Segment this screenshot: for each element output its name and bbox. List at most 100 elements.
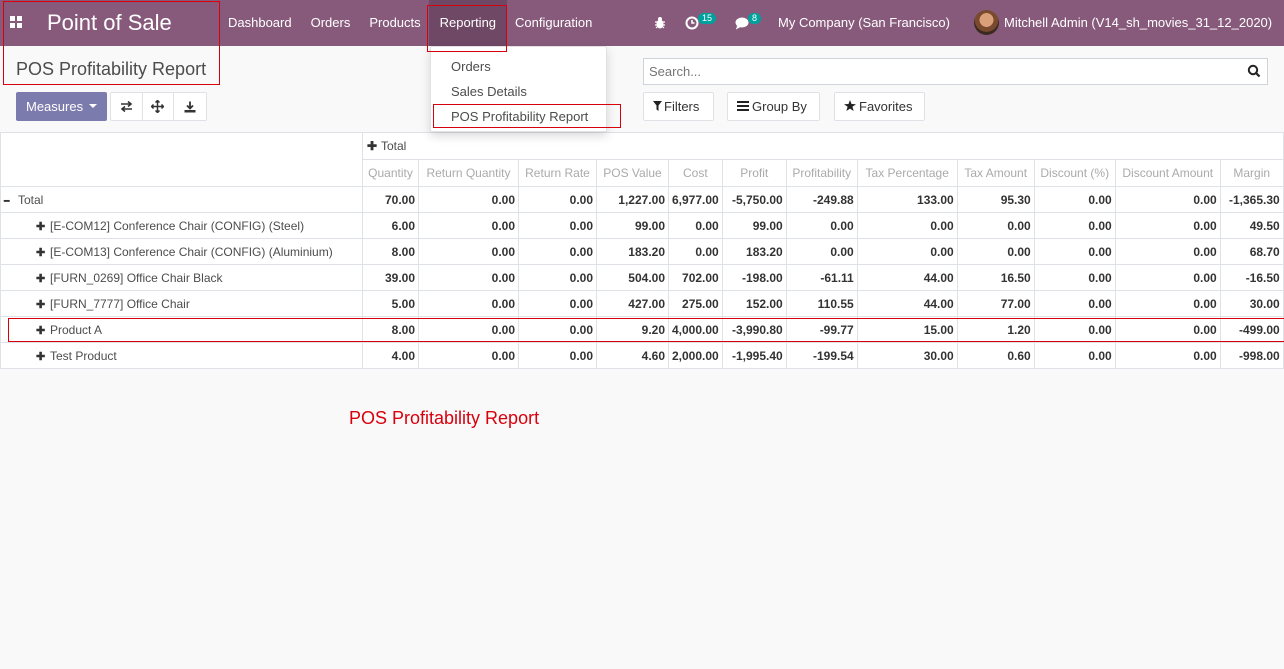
pivot-cell[interactable]: 702.00: [668, 264, 723, 291]
row-header[interactable]: ✚ [FURN_0269] Office Chair Black: [0, 264, 363, 291]
group-by-button[interactable]: Group By: [727, 92, 820, 121]
measure-header[interactable]: Profitability: [785, 159, 858, 187]
filters-button[interactable]: Filters: [643, 92, 714, 121]
pivot-cell[interactable]: -1,365.30: [1219, 186, 1284, 213]
pivot-cell[interactable]: 4,000.00: [668, 316, 723, 343]
pivot-cell[interactable]: 0.00: [668, 212, 723, 239]
measure-header[interactable]: Tax Amount: [956, 159, 1035, 187]
measure-header[interactable]: Cost: [668, 159, 723, 187]
pivot-cell[interactable]: -198.00: [721, 264, 787, 291]
pivot-cell[interactable]: 0.00: [1114, 290, 1221, 317]
pivot-cell[interactable]: 68.70: [1219, 238, 1284, 265]
debug-bug-icon[interactable]: [654, 16, 666, 29]
pivot-cell[interactable]: 0.00: [518, 212, 597, 239]
user-avatar[interactable]: [974, 10, 999, 35]
pivot-cell[interactable]: 152.00: [721, 290, 787, 317]
row-header[interactable]: ━ Total: [0, 186, 363, 213]
pivot-cell[interactable]: -249.88: [785, 186, 858, 213]
pivot-cell[interactable]: -99.77: [785, 316, 858, 343]
measure-header[interactable]: Profit: [721, 159, 787, 187]
pivot-cell[interactable]: 49.50: [1219, 212, 1284, 239]
pivot-cell[interactable]: 0.00: [518, 316, 597, 343]
pivot-cell[interactable]: -998.00: [1219, 342, 1284, 369]
pivot-cell[interactable]: 44.00: [856, 264, 958, 291]
pivot-cell[interactable]: 95.30: [956, 186, 1035, 213]
company-switcher[interactable]: My Company (San Francisco): [778, 0, 950, 46]
pivot-cell[interactable]: 99.00: [596, 212, 669, 239]
measures-button[interactable]: Measures: [16, 92, 107, 121]
pivot-cell[interactable]: 0.00: [518, 264, 597, 291]
pivot-cell[interactable]: 183.20: [596, 238, 669, 265]
pivot-cell[interactable]: 0.00: [785, 238, 858, 265]
menu-reporting[interactable]: Reporting: [428, 0, 508, 46]
pivot-cell[interactable]: -16.50: [1219, 264, 1284, 291]
pivot-cell[interactable]: 6,977.00: [668, 186, 723, 213]
flip-axis-button[interactable]: [111, 93, 143, 120]
pivot-cell[interactable]: -199.54: [785, 342, 858, 369]
pivot-cell[interactable]: 0.00: [418, 290, 519, 317]
pivot-cell[interactable]: 1,227.00: [596, 186, 669, 213]
pivot-cell[interactable]: 0.00: [1114, 186, 1221, 213]
search-input[interactable]: [644, 59, 1234, 84]
pivot-cell[interactable]: 0.00: [518, 238, 597, 265]
pivot-cell[interactable]: 99.00: [721, 212, 787, 239]
pivot-cell[interactable]: 8.00: [362, 316, 419, 343]
pivot-cell[interactable]: 0.00: [1114, 316, 1221, 343]
measure-header[interactable]: Tax Percentage: [856, 159, 958, 187]
pivot-cell[interactable]: 0.00: [856, 212, 958, 239]
activity-clock-icon[interactable]: [685, 16, 699, 30]
measure-header[interactable]: Margin: [1219, 159, 1284, 187]
row-header[interactable]: ✚ [E-COM12] Conference Chair (CONFIG) (St…: [0, 212, 363, 239]
pivot-cell[interactable]: 0.00: [518, 290, 597, 317]
row-header[interactable]: ✚ Product A: [0, 316, 363, 343]
menu-orders[interactable]: Orders: [311, 0, 351, 46]
user-menu[interactable]: Mitchell Admin (V14_sh_movies_31_12_2020…: [1004, 0, 1272, 46]
pivot-cell[interactable]: 0.00: [518, 186, 597, 213]
pivot-cell[interactable]: 2,000.00: [668, 342, 723, 369]
pivot-cell[interactable]: -3,990.80: [721, 316, 787, 343]
pivot-cell[interactable]: 0.00: [1033, 238, 1116, 265]
pivot-cell[interactable]: 6.00: [362, 212, 419, 239]
pivot-cell[interactable]: -1,995.40: [721, 342, 787, 369]
search-icon[interactable]: [1247, 64, 1261, 78]
pivot-cell[interactable]: -5,750.00: [721, 186, 787, 213]
pivot-cell[interactable]: 183.20: [721, 238, 787, 265]
measure-header[interactable]: Quantity: [362, 159, 419, 187]
pivot-cell[interactable]: 0.00: [418, 264, 519, 291]
pivot-cell[interactable]: 0.00: [1114, 342, 1221, 369]
measure-header[interactable]: Discount (%): [1033, 159, 1116, 187]
reporting-sales-details[interactable]: Sales Details: [451, 84, 527, 99]
pivot-cell[interactable]: 0.00: [668, 238, 723, 265]
menu-configuration[interactable]: Configuration: [515, 0, 592, 46]
pivot-cell[interactable]: 16.50: [956, 264, 1035, 291]
apps-menu-icon[interactable]: [10, 16, 22, 28]
app-brand[interactable]: Point of Sale: [47, 10, 172, 36]
download-xlsx-button[interactable]: [174, 93, 206, 120]
pivot-cell[interactable]: -61.11: [785, 264, 858, 291]
pivot-cell[interactable]: 0.60: [956, 342, 1035, 369]
menu-dashboard[interactable]: Dashboard: [228, 0, 292, 46]
expand-all-button[interactable]: [143, 93, 174, 120]
pivot-cell[interactable]: 8.00: [362, 238, 419, 265]
row-header[interactable]: ✚ [E-COM13] Conference Chair (CONFIG) (Al…: [0, 238, 363, 265]
pivot-cell[interactable]: 0.00: [856, 238, 958, 265]
pivot-cell[interactable]: 0.00: [1033, 290, 1116, 317]
pivot-cell[interactable]: 0.00: [1033, 186, 1116, 213]
row-header[interactable]: ✚ Test Product: [0, 342, 363, 369]
pivot-cell[interactable]: 0.00: [1114, 212, 1221, 239]
favorites-button[interactable]: Favorites: [834, 92, 925, 121]
row-header[interactable]: ✚ [FURN_7777] Office Chair: [0, 290, 363, 317]
pivot-cell[interactable]: 0.00: [418, 316, 519, 343]
pivot-cell[interactable]: 39.00: [362, 264, 419, 291]
pivot-cell[interactable]: 0.00: [518, 342, 597, 369]
pivot-cell[interactable]: 504.00: [596, 264, 669, 291]
pivot-cell[interactable]: 5.00: [362, 290, 419, 317]
measure-header[interactable]: Discount Amount: [1114, 159, 1221, 187]
pivot-cell[interactable]: 0.00: [1033, 342, 1116, 369]
pivot-cell[interactable]: 0.00: [418, 342, 519, 369]
pivot-cell[interactable]: 1.20: [956, 316, 1035, 343]
pivot-cell[interactable]: 275.00: [668, 290, 723, 317]
pivot-cell[interactable]: 30.00: [856, 342, 958, 369]
pivot-cell[interactable]: 0.00: [418, 212, 519, 239]
pivot-cell[interactable]: 110.55: [785, 290, 858, 317]
